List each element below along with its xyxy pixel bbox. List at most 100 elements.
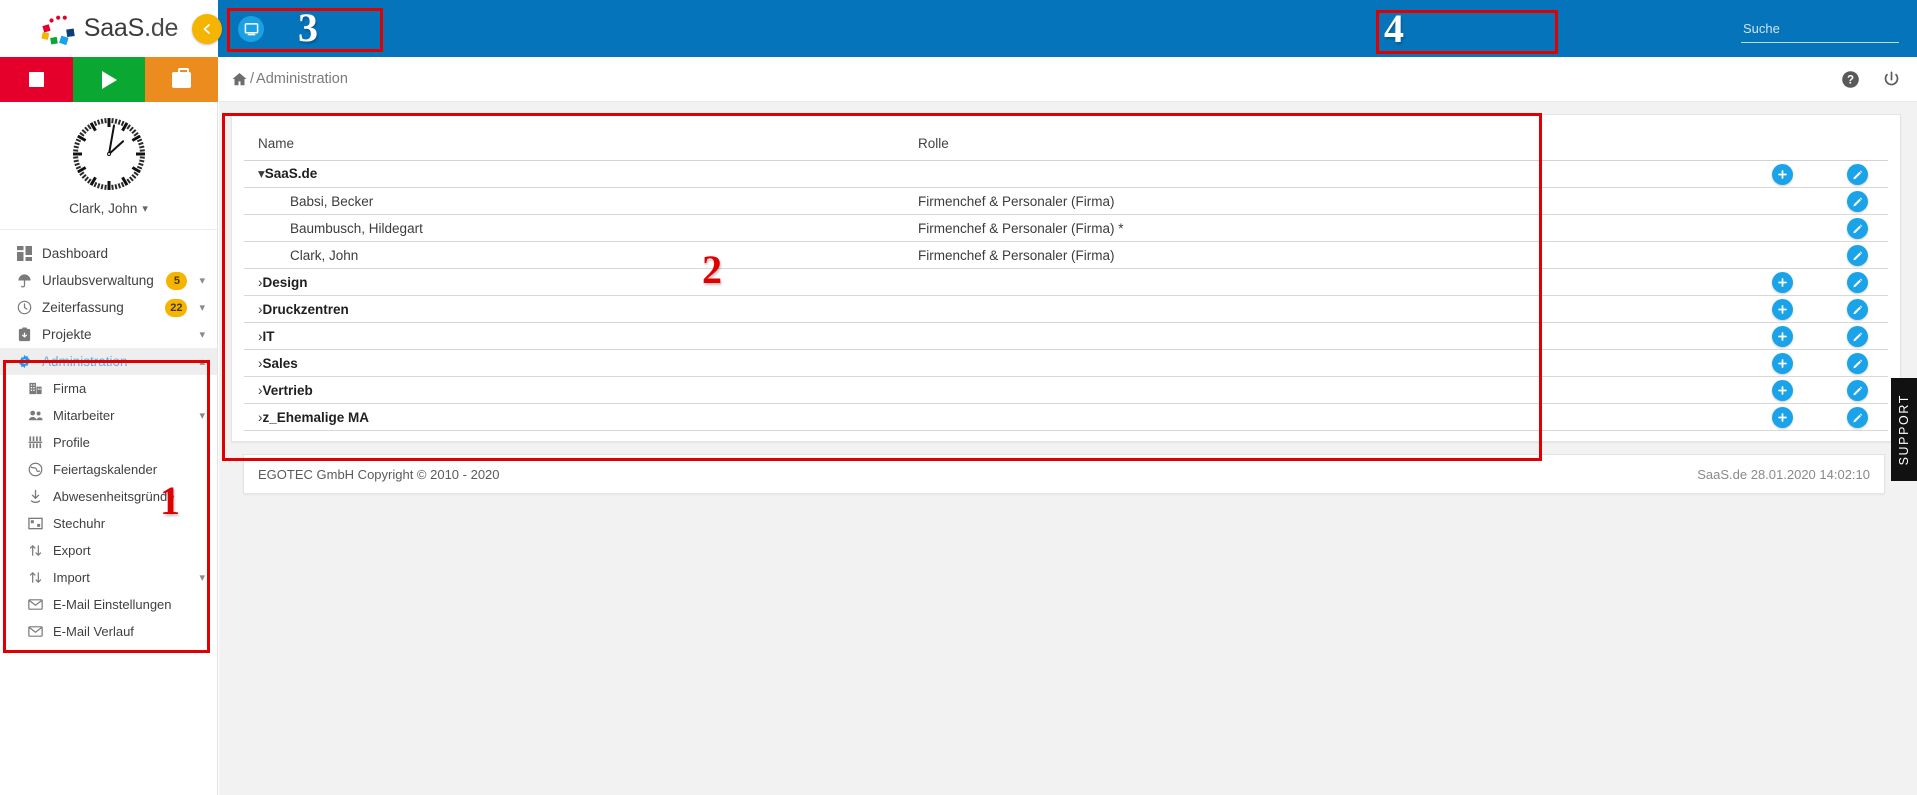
support-tab[interactable]: SUPPORT [1891,378,1917,481]
employee-table-panel: Name Rolle ▾SaaS.de Babsi, Becker Firmench… [231,114,1901,442]
stop-button[interactable] [0,57,73,102]
edit-row-button[interactable] [1847,352,1868,374]
chevron-up-icon[interactable]: ▴ [199,355,205,368]
user-menu[interactable]: Clark, John ▾ [69,201,148,216]
add-row-button[interactable] [1772,379,1793,401]
table-header-row: Name Rolle [244,127,1888,161]
chevron-down-icon[interactable]: ▾ [199,301,205,314]
sidebar-item-zeiterfassung[interactable]: Zeiterfassung 22 ▾ [0,294,217,321]
pencil-icon [1853,413,1863,422]
edit-cell [1813,241,1888,269]
group-label: IT [262,328,275,344]
table-row[interactable]: ›z_Ehemalige MA [244,403,1888,431]
sidebar-item-import[interactable]: Import ▾ [0,564,217,591]
column-header-edit [1813,127,1888,161]
table-row[interactable]: Babsi, Becker Firmenchef & Personaler (Fi… [244,187,1888,215]
add-row-button[interactable] [1772,406,1793,428]
table-row[interactable]: Baumbusch, Hildegart Firmenchef & Persona… [244,214,1888,242]
edit-row-button[interactable] [1847,271,1868,293]
sidebar-item-abwesenheitsgr-nde[interactable]: Abwesenheitsgründe [0,483,217,510]
group-label: Sales [262,355,298,371]
logo-panel: SaaS.de [0,0,218,57]
edit-row-button[interactable] [1847,163,1868,185]
edit-row-button[interactable] [1847,244,1868,266]
sidebar-item-firma[interactable]: Firma [0,375,217,402]
home-icon[interactable] [231,71,248,88]
table-row[interactable]: ›Druckzentren [244,295,1888,323]
search-field[interactable] [1741,17,1899,43]
project-button[interactable] [145,57,219,102]
plus-icon [1778,331,1787,341]
group-label: Design [262,274,308,290]
brand-logo[interactable]: SaaS.de [40,12,178,46]
table-row[interactable]: ›Design [244,268,1888,296]
add-row-button[interactable] [1772,298,1793,320]
monitor-button[interactable] [238,16,264,42]
sidebar-item-administration[interactable]: Administration ▴ [0,348,217,375]
edit-row-button[interactable] [1847,298,1868,320]
chevron-down-icon[interactable]: ▾ [199,274,205,287]
edit-row-button[interactable] [1847,217,1868,239]
sidebar-item-projekte[interactable]: Projekte ▾ [0,321,217,348]
sidebar-item-e-mail-einstellungen[interactable]: E-Mail Einstellungen [0,591,217,618]
add-row-button[interactable] [1772,271,1793,293]
sidebar-item-stechuhr[interactable]: Stechuhr [0,510,217,537]
sidebar-badge: 5 [166,271,188,290]
edit-cell [1813,403,1888,431]
add-cell-empty [1772,216,1793,237]
chevron-down-icon[interactable]: ▾ [258,166,265,181]
role-cell [904,268,1738,296]
plus-icon [1778,385,1787,395]
plus-icon [1778,277,1787,287]
search-input[interactable] [1741,17,1899,43]
sidebar-item-mitarbeiter[interactable]: Mitarbeiter ▾ [0,402,217,429]
table-row[interactable]: ▾SaaS.de [244,160,1888,188]
member-label: Baumbusch, Hildegart [290,220,423,236]
add-row-button[interactable] [1772,325,1793,347]
help-icon[interactable]: ? [1841,70,1860,89]
edit-cell [1813,349,1888,377]
add-row-button[interactable] [1772,352,1793,374]
updown-arrows-icon [24,543,46,558]
add-row-button[interactable] [1772,163,1793,185]
edit-row-button[interactable] [1847,406,1868,428]
add-cell [1738,403,1813,431]
power-icon[interactable] [1882,70,1901,89]
sidebar-item-feiertagskalender[interactable]: Feiertagskalender [0,456,217,483]
quick-action-bar [0,57,219,102]
sidebar-item-label: Import [53,570,90,585]
edit-row-button[interactable] [1847,190,1868,212]
pencil-icon [1853,386,1863,395]
column-header-name[interactable]: Name [244,127,904,161]
table-row[interactable]: Clark, John Firmenchef & Personaler (Firm… [244,241,1888,269]
add-cell [1738,241,1813,269]
add-cell [1738,160,1813,188]
edit-row-button[interactable] [1847,325,1868,347]
start-button[interactable] [72,57,146,102]
edit-cell [1813,187,1888,215]
chevron-down-icon[interactable]: ▾ [199,409,205,422]
envelope-icon [24,597,46,612]
group-label: Druckzentren [262,301,349,317]
member-row-name: Baumbusch, Hildegart [244,214,904,242]
table-row[interactable]: ›IT [244,322,1888,350]
add-cell [1738,268,1813,296]
sidebar-item-dashboard[interactable]: Dashboard [0,240,217,267]
edit-row-button[interactable] [1847,379,1868,401]
svg-text:?: ? [1847,74,1854,86]
table-row[interactable]: ›Vertrieb [244,376,1888,404]
column-header-role[interactable]: Rolle [904,127,1738,161]
sidebar-item-label: Firma [53,381,87,396]
sidebar-item-export[interactable]: Export [0,537,217,564]
sidebar-collapse-button[interactable] [192,14,222,44]
chevron-down-icon[interactable]: ▾ [199,328,205,341]
sidebar-item-e-mail-verlauf[interactable]: E-Mail Verlauf [0,618,217,645]
sidebar-item-profile[interactable]: Profile [0,429,217,456]
table-row[interactable]: ›Sales [244,349,1888,377]
sidebar-item-label: Feiertagskalender [53,462,158,477]
chevron-down-icon[interactable]: ▾ [199,571,205,584]
role-cell [904,403,1738,431]
breadcrumb: / Administration [231,71,348,88]
sidebar-item-urlaubsverwaltung[interactable]: Urlaubsverwaltung 5 ▾ [0,267,217,294]
globe-icon [24,462,46,477]
